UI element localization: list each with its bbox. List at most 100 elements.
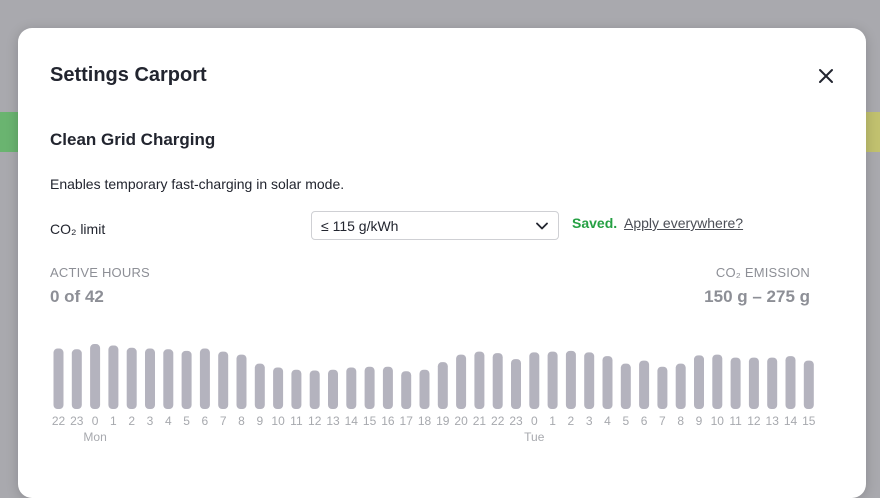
chart-bar: [254, 363, 265, 409]
hour-tick-label: 6: [202, 414, 209, 428]
hour-tick-label: 1: [110, 414, 117, 428]
hour-tick-label: 9: [696, 414, 703, 428]
chart-bar: [675, 363, 686, 409]
hourly-emission-chart: 22 23 0 1 2 3 4 5 6 7 8 9 10 11 12 13 14 15 16 17 18 19 20 21 22…: [52, 344, 816, 444]
hour-tick-label: 19: [436, 414, 450, 428]
chart-bar: [181, 350, 192, 409]
chart-bar: [273, 367, 284, 409]
chart-bar: [529, 352, 540, 409]
chart-bar: [565, 350, 576, 409]
chart-bar: [694, 355, 704, 409]
co2-emission-label: CO₂ EMISSION: [715, 265, 810, 280]
chart-bar: [53, 348, 64, 409]
chart-bar: [456, 354, 467, 409]
chart-bar: [163, 349, 174, 409]
hour-tick-label: 9: [256, 414, 263, 428]
settings-modal: Settings Carport Clean Grid Charging Ena…: [18, 28, 866, 498]
chart-bar: [108, 345, 119, 409]
day-label: Tue: [524, 430, 545, 444]
hour-tick-label: 5: [622, 414, 629, 428]
co2-limit-value: ≤ 115 g/kWh: [321, 217, 399, 234]
chart-bar: [145, 348, 155, 409]
hour-tick-label: 6: [641, 414, 648, 428]
hour-tick-label: 18: [418, 414, 432, 428]
active-hours-value: 0 of 42: [50, 287, 104, 306]
co2-limit-label: CO₂ limit: [50, 221, 106, 237]
hour-tick-label: 4: [165, 414, 172, 428]
hour-tick-label: 2: [128, 414, 135, 428]
chart-bar: [218, 351, 229, 409]
chart-bar: [492, 353, 503, 409]
hour-tick-label: 11: [729, 414, 742, 428]
chart-bar: [584, 352, 595, 409]
chart-bar: [126, 347, 137, 409]
chart-bar: [712, 354, 723, 409]
co2-limit-select[interactable]: ≤ 115 g/kWh: [311, 211, 559, 240]
chart-bar: [657, 366, 668, 409]
hour-tick-label: 12: [308, 414, 322, 428]
hour-tick-label: 4: [604, 414, 611, 428]
hour-tick-label: 13: [326, 414, 340, 428]
hour-tick-label: 11: [290, 414, 303, 428]
hour-tick-label: 14: [345, 414, 359, 428]
chart-bar: [401, 371, 412, 409]
chart-bar: [511, 359, 521, 409]
co2-emission-value: 150 g – 275 g: [704, 287, 810, 306]
close-icon: [819, 69, 833, 83]
hour-tick-label: 16: [381, 414, 395, 428]
hour-tick-label: 14: [784, 414, 798, 428]
chart-bar: [767, 357, 778, 409]
hour-tick-label: 2: [568, 414, 575, 428]
hour-tick-label: 13: [766, 414, 780, 428]
hour-tick-label: 10: [271, 414, 285, 428]
chart-bar: [620, 363, 631, 409]
chart-bar: [199, 348, 210, 409]
hour-tick-label: 10: [711, 414, 725, 428]
hour-tick-label: 7: [220, 414, 227, 428]
chart-bar: [364, 366, 375, 409]
chart-bar: [346, 367, 357, 409]
hour-tick-label: 15: [363, 414, 377, 428]
apply-everywhere-link[interactable]: Apply everywhere?: [624, 215, 743, 231]
hour-tick-label: 5: [183, 414, 190, 428]
section-description: Enables temporary fast-charging in solar…: [50, 176, 345, 192]
hour-tick-label: 12: [747, 414, 761, 428]
modal-title: Settings Carport: [50, 64, 207, 86]
chart-bar: [639, 360, 650, 409]
chart-bar: [236, 354, 247, 409]
hour-tick-label: 8: [677, 414, 684, 428]
chart-bar: [328, 369, 338, 409]
section-title: Clean Grid Charging: [50, 130, 216, 149]
hour-tick-label: 22: [52, 414, 66, 428]
active-hours-label: ACTIVE HOURS: [50, 265, 150, 280]
hour-tick-label: 21: [473, 414, 487, 428]
chart-bar: [419, 369, 430, 409]
chart-bar: [730, 357, 741, 409]
hour-tick-label: 8: [238, 414, 245, 428]
chart-bar: [90, 344, 101, 409]
hour-tick-label: 7: [659, 414, 666, 428]
chart-bar: [547, 351, 558, 409]
chart-bar: [437, 362, 448, 409]
chart-bar: [748, 357, 759, 409]
hour-tick-label: 23: [70, 414, 84, 428]
day-label: Mon: [83, 430, 106, 444]
chart-bar: [309, 370, 320, 409]
chart-bar: [474, 351, 485, 409]
chart-bar: [602, 356, 613, 409]
hour-tick-label: 0: [92, 414, 99, 428]
hour-tick-label: 17: [400, 414, 414, 428]
hour-tick-label: 23: [509, 414, 523, 428]
chart-bar: [291, 369, 302, 409]
hour-tick-label: 22: [491, 414, 505, 428]
chart-bar: [803, 360, 814, 409]
saved-status: Saved.: [572, 215, 618, 231]
hour-tick-label: 20: [454, 414, 468, 428]
hour-tick-label: 3: [586, 414, 593, 428]
hour-tick-label: 0: [531, 414, 538, 428]
close-button[interactable]: [814, 64, 838, 88]
hour-tick-label: 3: [147, 414, 154, 428]
hour-tick-label: 1: [549, 414, 556, 428]
chart-bar: [382, 366, 393, 409]
chevron-down-icon: [536, 222, 548, 229]
